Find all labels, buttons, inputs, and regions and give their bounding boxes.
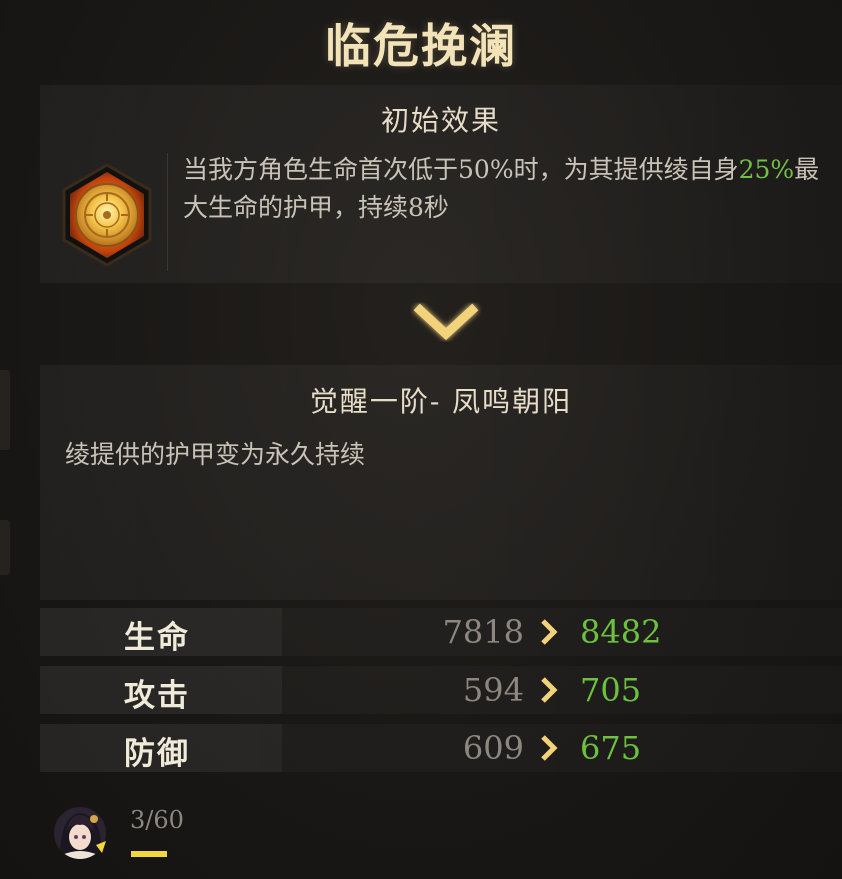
stat-label: 防御 — [124, 736, 190, 772]
awakening-panel: 觉醒一阶- 凤鸣朝阳 绫提供的护甲变为永久持续 — [40, 365, 842, 600]
initial-effect-description: 当我方角色生命首次低于50%时，为其提供绫自身25%最大生命的护甲，持续8秒 — [183, 151, 833, 227]
stat-row-defense: 防御 609 675 — [40, 724, 842, 772]
stat-new-value: 675 — [580, 729, 642, 767]
stat-row-hp: 生命 7818 8482 — [40, 608, 842, 656]
golden-shield-medallion-icon — [60, 163, 154, 267]
arrow-right-icon — [541, 619, 558, 645]
divider — [167, 153, 168, 271]
awakening-detail-screen: 临危挽澜 初始效果 当我方角色生命首次低于50%时，为其提供绫自身25%最大生命… — [0, 0, 842, 879]
initial-effect-panel: 初始效果 当我方角色生命首次低于50%时，为其提供绫自身25%最大生命的护甲，持… — [40, 85, 842, 283]
skill-title: 临危挽澜 — [325, 19, 517, 73]
progress-count: 3/60 — [130, 806, 184, 834]
awakening-description: 绫提供的护甲变为永久持续 — [65, 440, 366, 469]
stat-new-value: 705 — [580, 671, 642, 709]
description-text: 当我方角色生命首次低于50%时，为其提供绫自身 — [183, 155, 739, 184]
arrow-right-icon — [541, 677, 558, 703]
stat-label: 生命 — [124, 620, 190, 656]
character-avatar[interactable] — [52, 805, 108, 861]
stat-old-value: 7818 — [442, 613, 524, 651]
description-highlight-value: 25% — [738, 155, 795, 184]
stat-new-value: 8482 — [580, 613, 662, 651]
progress-bar — [131, 851, 167, 857]
initial-effect-heading: 初始效果 — [380, 104, 501, 137]
stat-label: 攻击 — [124, 678, 190, 714]
left-side-tab — [0, 370, 10, 450]
chevron-down-icon — [410, 298, 482, 346]
stat-old-value: 594 — [462, 671, 524, 709]
awakening-heading: 觉醒一阶- 凤鸣朝阳 — [309, 385, 573, 418]
stat-row-attack: 攻击 594 705 — [40, 666, 842, 714]
arrow-right-icon — [541, 735, 558, 761]
left-side-tab — [0, 520, 10, 575]
progress-bar-fill — [131, 851, 167, 857]
stat-old-value: 609 — [462, 729, 524, 767]
